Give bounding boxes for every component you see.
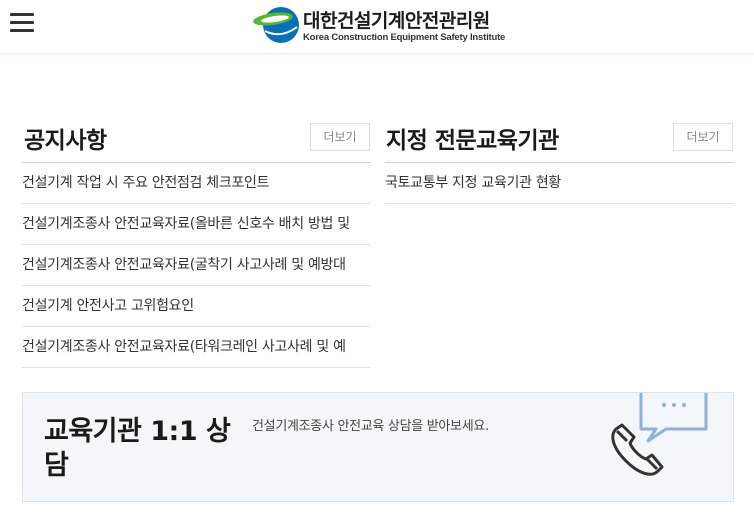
notice-item[interactable]: 건설기계조종사 안전교육자료(굴착기 사고사례 및 예방대 [22, 245, 371, 286]
consult-title: 교육기관 1:1 상담 [44, 416, 231, 481]
notice-item[interactable]: 건설기계조종사 안전교육자료(올바른 신호수 배치 방법 및 [22, 204, 371, 245]
notice-more-button[interactable]: 더보기 [310, 123, 370, 151]
notice-list: 건설기계 작업 시 주요 안전점검 체크포인트 건설기계조종사 안전교육자료(올… [22, 162, 371, 368]
notice-item[interactable]: 건설기계조종사 안전교육자료(타워크레인 사고사례 및 예 [22, 327, 371, 368]
logo-korean-text: 대한건설기계안전관리원 [303, 10, 490, 32]
phone-chat-icon [611, 393, 708, 476]
institution-item[interactable]: 국토교통부 지정 교육기관 현황 [385, 163, 734, 204]
institutions-title: 지정 전문교육기관 [386, 128, 559, 154]
notice-item[interactable]: 건설기계 안전사고 고위험요인 [22, 286, 371, 327]
notice-title: 공지사항 [24, 128, 107, 154]
site-logo[interactable]: 대한건설기계안전관리원 Korea Construction Equipment… [251, 5, 505, 45]
site-header: 대한건설기계안전관리원 Korea Construction Equipment… [0, 0, 754, 54]
consult-banner[interactable]: 교육기관 1:1 상담 건설기계조종사 안전교육 상담을 받아보세요. [22, 392, 734, 502]
consult-description: 건설기계조종사 안전교육 상담을 받아보세요. [252, 419, 489, 434]
institutions-more-button[interactable]: 더보기 [673, 123, 733, 151]
hamburger-menu-icon[interactable] [10, 12, 36, 34]
logo-english-text: Korea Construction Equipment Safety Inst… [303, 32, 506, 43]
logo-emblem-icon [253, 7, 299, 43]
institutions-list: 국토교통부 지정 교육기관 현황 [385, 162, 734, 204]
notice-item[interactable]: 건설기계 작업 시 주요 안전점검 체크포인트 [22, 163, 371, 204]
